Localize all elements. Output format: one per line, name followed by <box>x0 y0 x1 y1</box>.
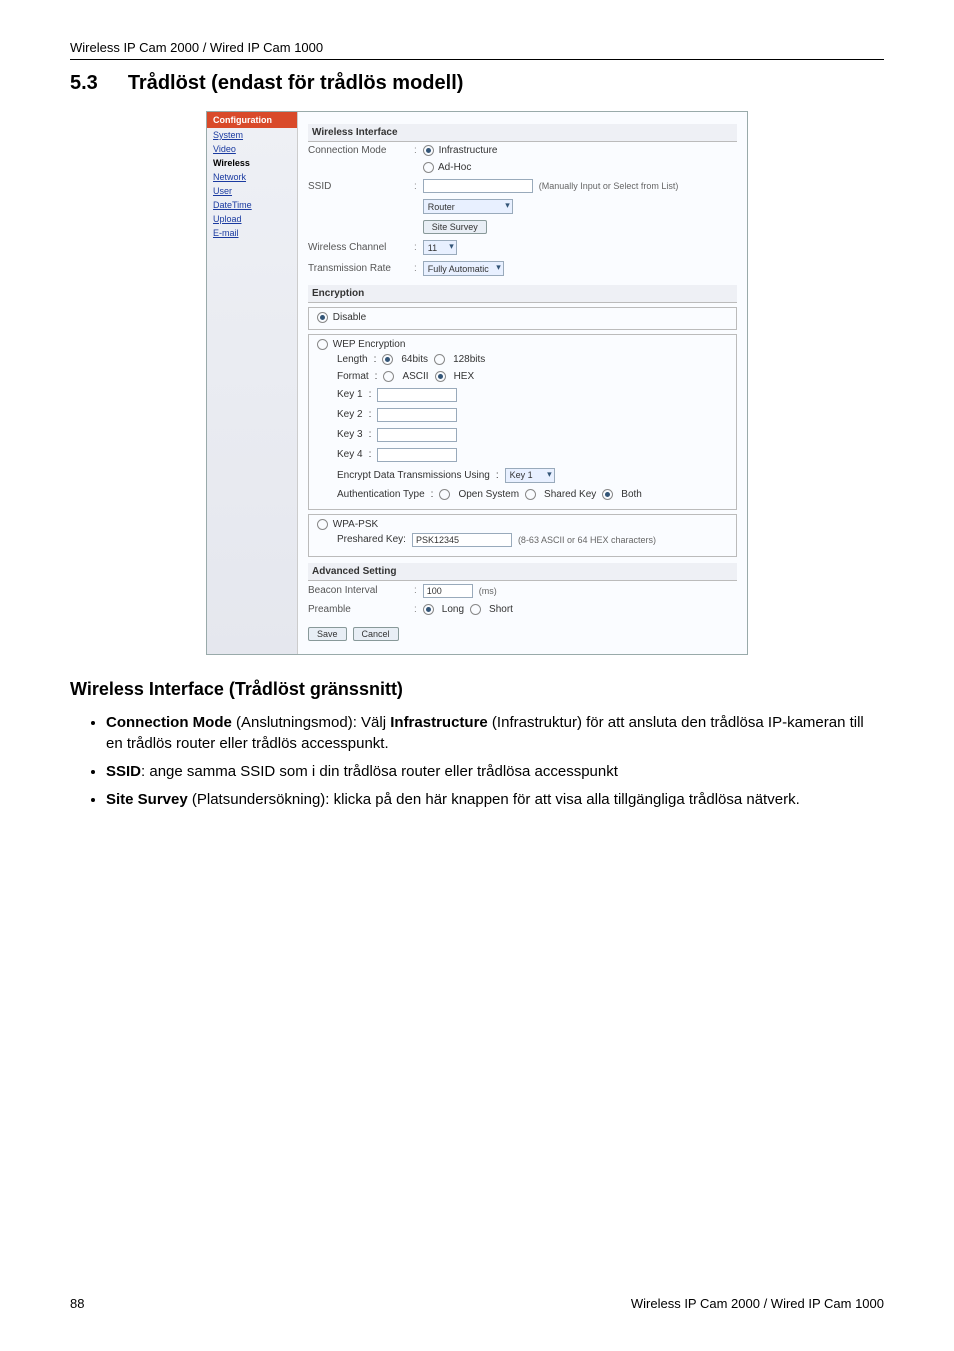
radio-open[interactable] <box>439 489 450 500</box>
sidebar-item-datetime[interactable]: DateTime <box>207 198 297 212</box>
l64: 64bits <box>401 354 428 365</box>
wep-length-label: Length <box>337 354 368 365</box>
b2-t: : ange samma SSID som i din trådlösa rou… <box>141 763 618 780</box>
b1-t1: (Anslutningsmod): Välj <box>232 714 390 731</box>
page-footer: 88 Wireless IP Cam 2000 / Wired IP Cam 1… <box>70 1296 884 1311</box>
sidebar-item-upload[interactable]: Upload <box>207 212 297 226</box>
wep-format-label: Format <box>337 371 369 382</box>
sidebar-item-user[interactable]: User <box>207 184 297 198</box>
adv-heading: Advanced Setting <box>308 563 737 581</box>
sidebar-item-email[interactable]: E-mail <box>207 226 297 240</box>
key4-input[interactable] <box>377 448 457 462</box>
radio-short[interactable] <box>470 604 481 615</box>
section-heading: 5.3 Trådlöst (endast för trådlös modell) <box>70 72 884 95</box>
section-number: 5.3 <box>70 72 98 94</box>
fascii: ASCII <box>402 371 428 382</box>
radio-both[interactable] <box>602 489 613 500</box>
channel-select[interactable]: 11 <box>423 240 457 255</box>
beacon-unit: (ms) <box>479 586 497 596</box>
config-main: Wireless Interface Connection Mode: Infr… <box>298 112 747 654</box>
sidebar-item-system[interactable]: System <box>207 128 297 142</box>
key3-label: Key 3 <box>337 429 363 440</box>
key4-label: Key 4 <box>337 449 363 460</box>
psk-hint: (8-63 ASCII or 64 HEX characters) <box>518 535 656 545</box>
preamble-label: Preamble <box>308 604 408 615</box>
b1-term2: Infrastructure <box>390 714 488 731</box>
txkey-select[interactable]: Key 1 <box>505 468 555 483</box>
authtype-label: Authentication Type <box>337 489 425 500</box>
l128: 128bits <box>453 354 485 365</box>
b3-t: (Platsundersökning): klicka på den här k… <box>188 791 800 808</box>
section-title: Trådlöst (endast för trådlös modell) <box>128 72 464 94</box>
cancel-button[interactable]: Cancel <box>353 627 399 641</box>
save-button[interactable]: Save <box>308 627 347 641</box>
sidebar-item-video[interactable]: Video <box>207 142 297 156</box>
config-sidebar: Configuration System Video Wireless Netw… <box>207 112 298 654</box>
rate-label: Transmission Rate <box>308 263 408 274</box>
bullet-2: SSID: ange samma SSID som i din trådlösa… <box>106 761 884 783</box>
rate-select[interactable]: Fully Automatic <box>423 261 504 276</box>
bullet-list: Connection Mode (Anslutningsmod): Välj I… <box>70 712 884 811</box>
b1-term1: Connection Mode <box>106 714 232 731</box>
preamble-short: Short <box>489 604 513 615</box>
psk-label: Preshared Key: <box>337 534 406 545</box>
radio-wep-label: WEP Encryption <box>333 340 406 351</box>
radio-wpapsk-label: WPA-PSK <box>333 519 378 530</box>
bullet-3: Site Survey (Platsundersökning): klicka … <box>106 789 884 811</box>
channel-label: Wireless Channel <box>308 242 408 253</box>
txkey-label: Encrypt Data Transmissions Using <box>337 470 490 481</box>
wi-heading: Wireless Interface <box>308 124 737 142</box>
preamble-long: Long <box>442 604 464 615</box>
ssid-hint: (Manually Input or Select from List) <box>539 181 679 191</box>
footer-product: Wireless IP Cam 2000 / Wired IP Cam 1000 <box>631 1296 884 1311</box>
radio-infrastructure[interactable] <box>423 145 434 156</box>
auth-both: Both <box>621 489 642 500</box>
ssid-input[interactable] <box>423 179 533 193</box>
radio-adhoc[interactable] <box>423 162 434 173</box>
sidebar-heading: Configuration <box>207 112 297 128</box>
beacon-label: Beacon Interval <box>308 585 408 596</box>
radio-infrastructure-label: Infrastructure <box>439 145 498 156</box>
footer-page: 88 <box>70 1296 84 1311</box>
auth-shared: Shared Key <box>544 489 596 500</box>
radio-adhoc-label: Ad-Hoc <box>438 162 471 173</box>
radio-ascii[interactable] <box>383 371 394 382</box>
site-survey-button[interactable]: Site Survey <box>423 220 487 234</box>
radio-wep[interactable] <box>317 339 328 350</box>
radio-shared[interactable] <box>525 489 536 500</box>
ssid-label: SSID <box>308 181 408 192</box>
radio-disable[interactable] <box>317 312 328 323</box>
page-header: Wireless IP Cam 2000 / Wired IP Cam 1000 <box>70 40 884 55</box>
radio-disable-label: Disable <box>333 312 366 323</box>
psk-input[interactable]: PSK12345 <box>412 533 512 547</box>
header-rule <box>70 59 884 60</box>
radio-wpapsk[interactable] <box>317 519 328 530</box>
config-screenshot: Configuration System Video Wireless Netw… <box>206 111 748 655</box>
fhex: HEX <box>454 371 475 382</box>
key3-input[interactable] <box>377 428 457 442</box>
key1-input[interactable] <box>377 388 457 402</box>
auth-open: Open System <box>458 489 519 500</box>
sidebar-item-wireless[interactable]: Wireless <box>207 156 297 170</box>
b2-term: SSID <box>106 763 141 780</box>
radio-hex[interactable] <box>435 371 446 382</box>
beacon-input[interactable]: 100 <box>423 584 473 598</box>
radio-128bits[interactable] <box>434 354 445 365</box>
sidebar-item-network[interactable]: Network <box>207 170 297 184</box>
router-select[interactable]: Router <box>423 199 513 214</box>
enc-heading: Encryption <box>308 285 737 303</box>
conn-mode-label: Connection Mode <box>308 145 408 156</box>
radio-long[interactable] <box>423 604 434 615</box>
b3-term: Site Survey <box>106 791 188 808</box>
subsection-heading: Wireless Interface (Trådlöst gränssnitt) <box>70 679 884 700</box>
bullet-1: Connection Mode (Anslutningsmod): Välj I… <box>106 712 884 756</box>
key2-label: Key 2 <box>337 409 363 420</box>
radio-64bits[interactable] <box>382 354 393 365</box>
key2-input[interactable] <box>377 408 457 422</box>
key1-label: Key 1 <box>337 389 363 400</box>
